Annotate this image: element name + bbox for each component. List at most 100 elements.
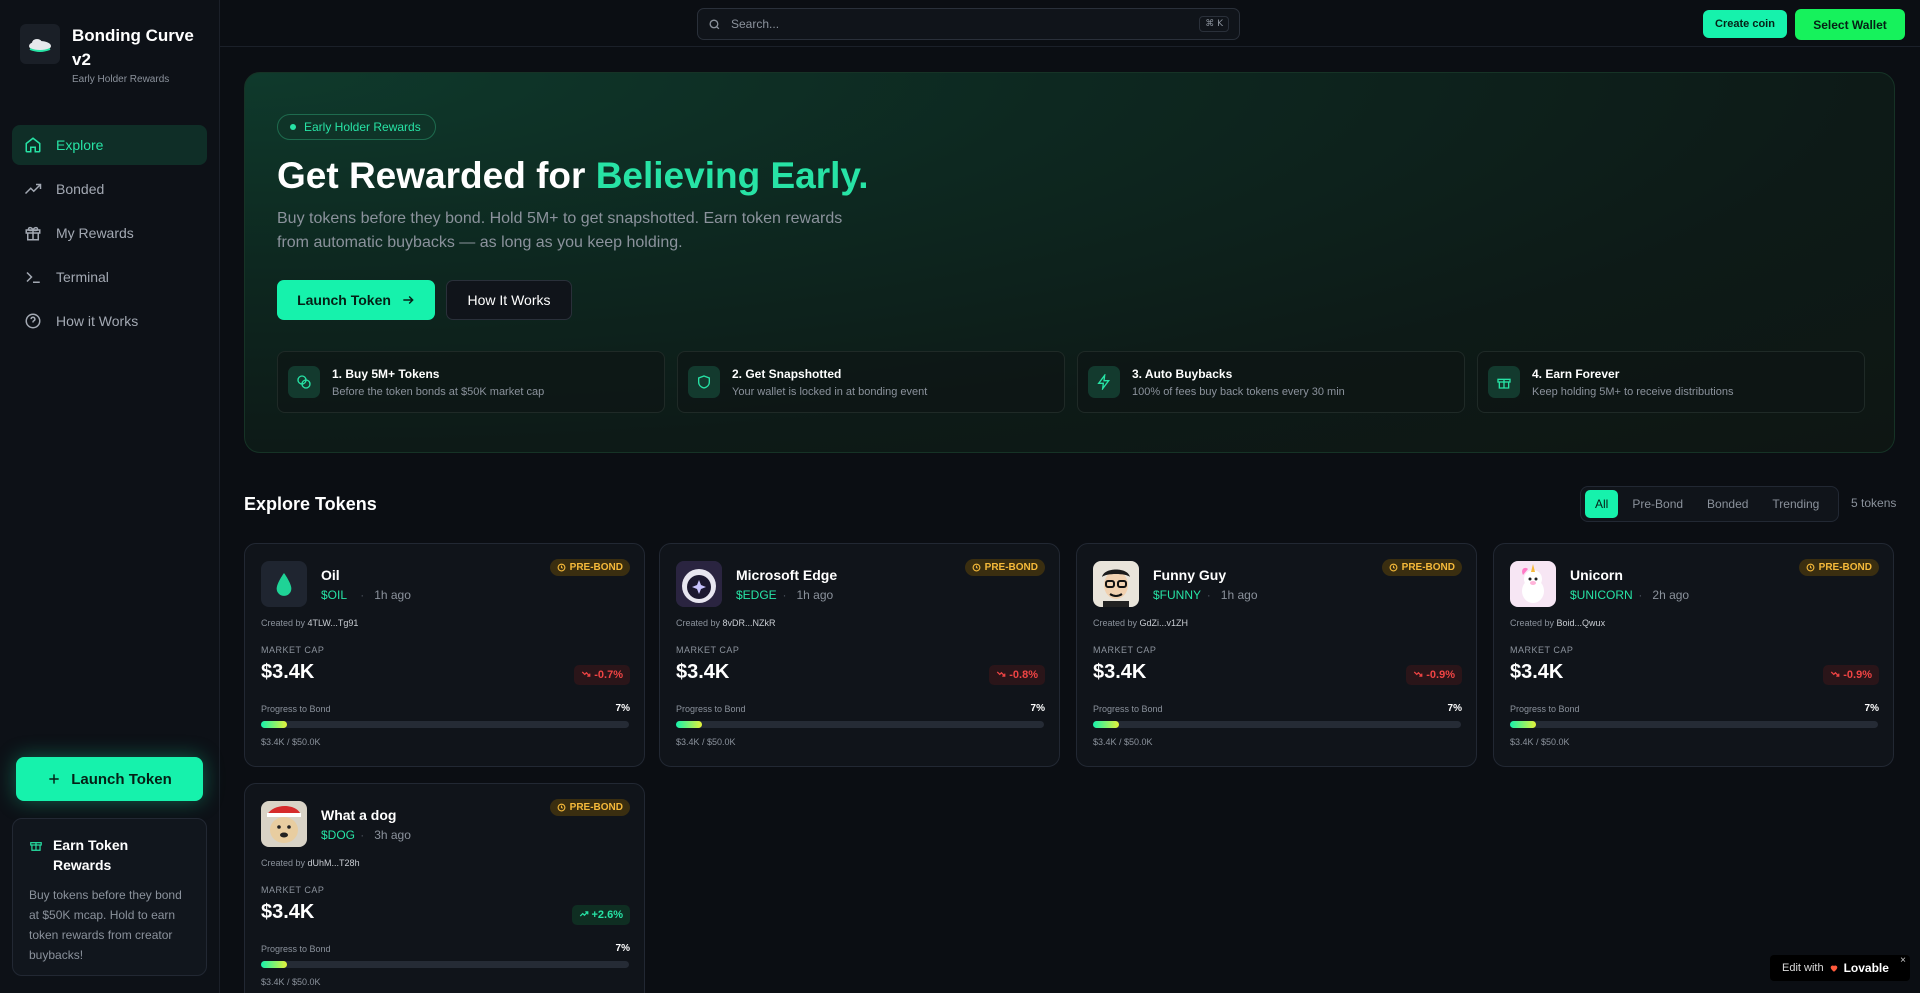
progress-percent: 7% <box>1447 703 1462 714</box>
gift-icon <box>30 842 42 851</box>
market-cap-value: $3.4K <box>676 661 730 683</box>
progress-label: Progress to Bond <box>261 944 331 954</box>
trend-icon <box>996 669 1006 682</box>
sidebar-item-label: Terminal <box>56 269 109 285</box>
created-by-label: Created by <box>1510 618 1555 628</box>
creator-address[interactable]: Boid...Qwux <box>1557 618 1606 628</box>
token-card-oil[interactable]: Oil $OIL · 1h ago PRE-BOND Created by 4T… <box>244 543 645 767</box>
search-icon <box>709 18 720 29</box>
progress-text: $3.4K / $50.0K <box>676 737 736 747</box>
explore-title: Explore Tokens <box>244 494 377 514</box>
pre-bond-badge: PRE-BOND <box>1798 559 1879 576</box>
token-card-edge[interactable]: Microsoft Edge $EDGE · 1h ago PRE-BOND C… <box>659 543 1060 767</box>
progress-label: Progress to Bond <box>676 704 746 714</box>
brand-title: Bonding Curve v2 <box>72 26 194 69</box>
creator-address[interactable]: dUhM...T28h <box>308 858 360 868</box>
sidebar-item-explore[interactable]: Explore <box>12 125 207 165</box>
separator-dot: · <box>782 588 787 602</box>
select-wallet-button[interactable]: Select Wallet <box>1795 9 1905 40</box>
step-desc: Your wallet is locked in at bonding even… <box>732 385 928 398</box>
trend-icon <box>579 909 589 922</box>
market-cap-label: MARKET CAP <box>261 645 325 655</box>
heart-icon <box>1830 965 1837 972</box>
creator-address[interactable]: 8vDR...NZkR <box>723 618 776 628</box>
hero-banner: Early Holder Rewards Get Rewarded for Be… <box>244 72 1895 453</box>
token-creator: Created by GdZi...v1ZH <box>1093 618 1188 628</box>
hero-title: Get Rewarded for Believing Early. <box>277 155 869 197</box>
token-age: 1h ago <box>374 588 411 602</box>
sidebar-item-label: Explore <box>56 137 104 153</box>
price-change-badge: +2.6% <box>571 905 630 925</box>
price-change-badge: -0.7% <box>574 665 630 685</box>
hero-launch-token-button[interactable]: Launch Token <box>277 280 435 320</box>
token-creator: Created by dUhM...T28h <box>261 858 360 868</box>
creator-address[interactable]: 4TLW...Tg91 <box>308 618 359 628</box>
token-name: Unicorn <box>1570 567 1623 583</box>
progress-fill <box>261 961 287 968</box>
clock-icon <box>557 803 566 812</box>
launch-label: Launch Token <box>297 292 391 308</box>
edge-avatar <box>676 561 722 607</box>
created-by-label: Created by <box>261 618 306 628</box>
search-box[interactable]: ⌘ K <box>697 8 1240 40</box>
brand-logo <box>20 24 60 64</box>
created-by-label: Created by <box>261 858 306 868</box>
badge-label: PRE-BOND <box>984 562 1038 573</box>
creator-address[interactable]: GdZi...v1ZH <box>1140 618 1189 628</box>
sidebar-item-bonded[interactable]: Bonded <box>12 169 207 209</box>
how-it-works-button[interactable]: How It Works <box>446 280 572 320</box>
step-card: 3. Auto Buybacks 100% of fees buy back to… <box>1077 351 1465 413</box>
edit-with-lovable-badge[interactable]: Edit with Lovable × <box>1770 955 1910 981</box>
token-name: Funny Guy <box>1153 567 1227 583</box>
market-cap-value: $3.4K <box>1510 661 1564 683</box>
close-icon[interactable]: × <box>1900 955 1906 966</box>
separator-dot: · <box>360 588 365 602</box>
earn-rewards-text: Buy tokens before they bond at $50K mcap… <box>29 888 182 962</box>
tab-all[interactable]: All <box>1585 490 1619 518</box>
brand[interactable]: Bonding Curve v2 Early Holder Rewards <box>20 24 202 85</box>
step-title: 3. Auto Buybacks <box>1132 366 1233 381</box>
clock-icon <box>557 563 566 572</box>
token-card-dog[interactable]: What a dog $DOG · 3h ago PRE-BOND Create… <box>244 783 645 993</box>
token-age: 1h ago <box>796 588 834 602</box>
progress-bar <box>676 721 1044 728</box>
steps-row: 1. Buy 5M+ Tokens Before the token bonds … <box>277 351 1865 413</box>
progress-bar <box>1510 721 1878 728</box>
step-desc: Before the token bonds at $50K market ca… <box>332 385 545 398</box>
topbar: ⌘ K Create coin Select Wallet <box>220 0 1920 47</box>
step-card: 2. Get Snapshotted Your wallet is locked … <box>677 351 1065 413</box>
sidebar: Bonding Curve v2 Early Holder Rewards Ex… <box>0 0 220 993</box>
progress-percent: 7% <box>1030 703 1045 714</box>
progress-text: $3.4K / $50.0K <box>1510 737 1570 747</box>
sidebar-item-terminal[interactable]: Terminal <box>12 257 207 297</box>
create-coin-button[interactable]: Create coin <box>1703 10 1787 38</box>
step-title: 4. Earn Forever <box>1532 366 1620 381</box>
tab-pre-bond[interactable]: Pre-Bond <box>1622 490 1693 518</box>
badge-label: PRE-BOND <box>1818 562 1872 573</box>
sidebar-item-my-rewards[interactable]: My Rewards <box>12 213 207 253</box>
filter-tabs: All Pre-Bond Bonded Trending <box>1580 486 1839 522</box>
token-name: Microsoft Edge <box>736 567 838 583</box>
tab-bonded[interactable]: Bonded <box>1697 490 1758 518</box>
arrow-right-icon <box>403 295 414 305</box>
tab-trending[interactable]: Trending <box>1762 490 1829 518</box>
token-name: What a dog <box>321 807 397 823</box>
progress-bar <box>1093 721 1461 728</box>
market-cap-label: MARKET CAP <box>1093 645 1157 655</box>
earn-rewards-card: Earn Token Rewards Buy tokens before the… <box>12 818 207 976</box>
sidebar-item-how-it-works[interactable]: How it Works <box>12 301 207 341</box>
sidebar-launch-token-button[interactable]: Launch Token <box>16 757 203 801</box>
plus-icon <box>49 774 59 784</box>
token-symbol: $EDGE <box>736 588 777 602</box>
token-card-funny[interactable]: Funny Guy $FUNNY · 1h ago PRE-BOND Creat… <box>1076 543 1477 767</box>
clock-icon <box>972 563 981 572</box>
token-card-unicorn[interactable]: Unicorn $UNICORN · 2h ago PRE-BOND Creat… <box>1493 543 1894 767</box>
step-desc: Keep holding 5M+ to receive distribution… <box>1532 385 1734 398</box>
price-change-badge: -0.8% <box>989 665 1045 685</box>
token-creator: Created by 4TLW...Tg91 <box>261 618 358 628</box>
hero-title-accent: Believing Early. <box>595 155 869 196</box>
token-age: 3h ago <box>374 828 411 842</box>
search-input[interactable] <box>731 17 1190 31</box>
progress-percent: 7% <box>1864 703 1879 714</box>
sidebar-nav: Explore Bonded My Rewards Terminal How i… <box>12 125 207 345</box>
